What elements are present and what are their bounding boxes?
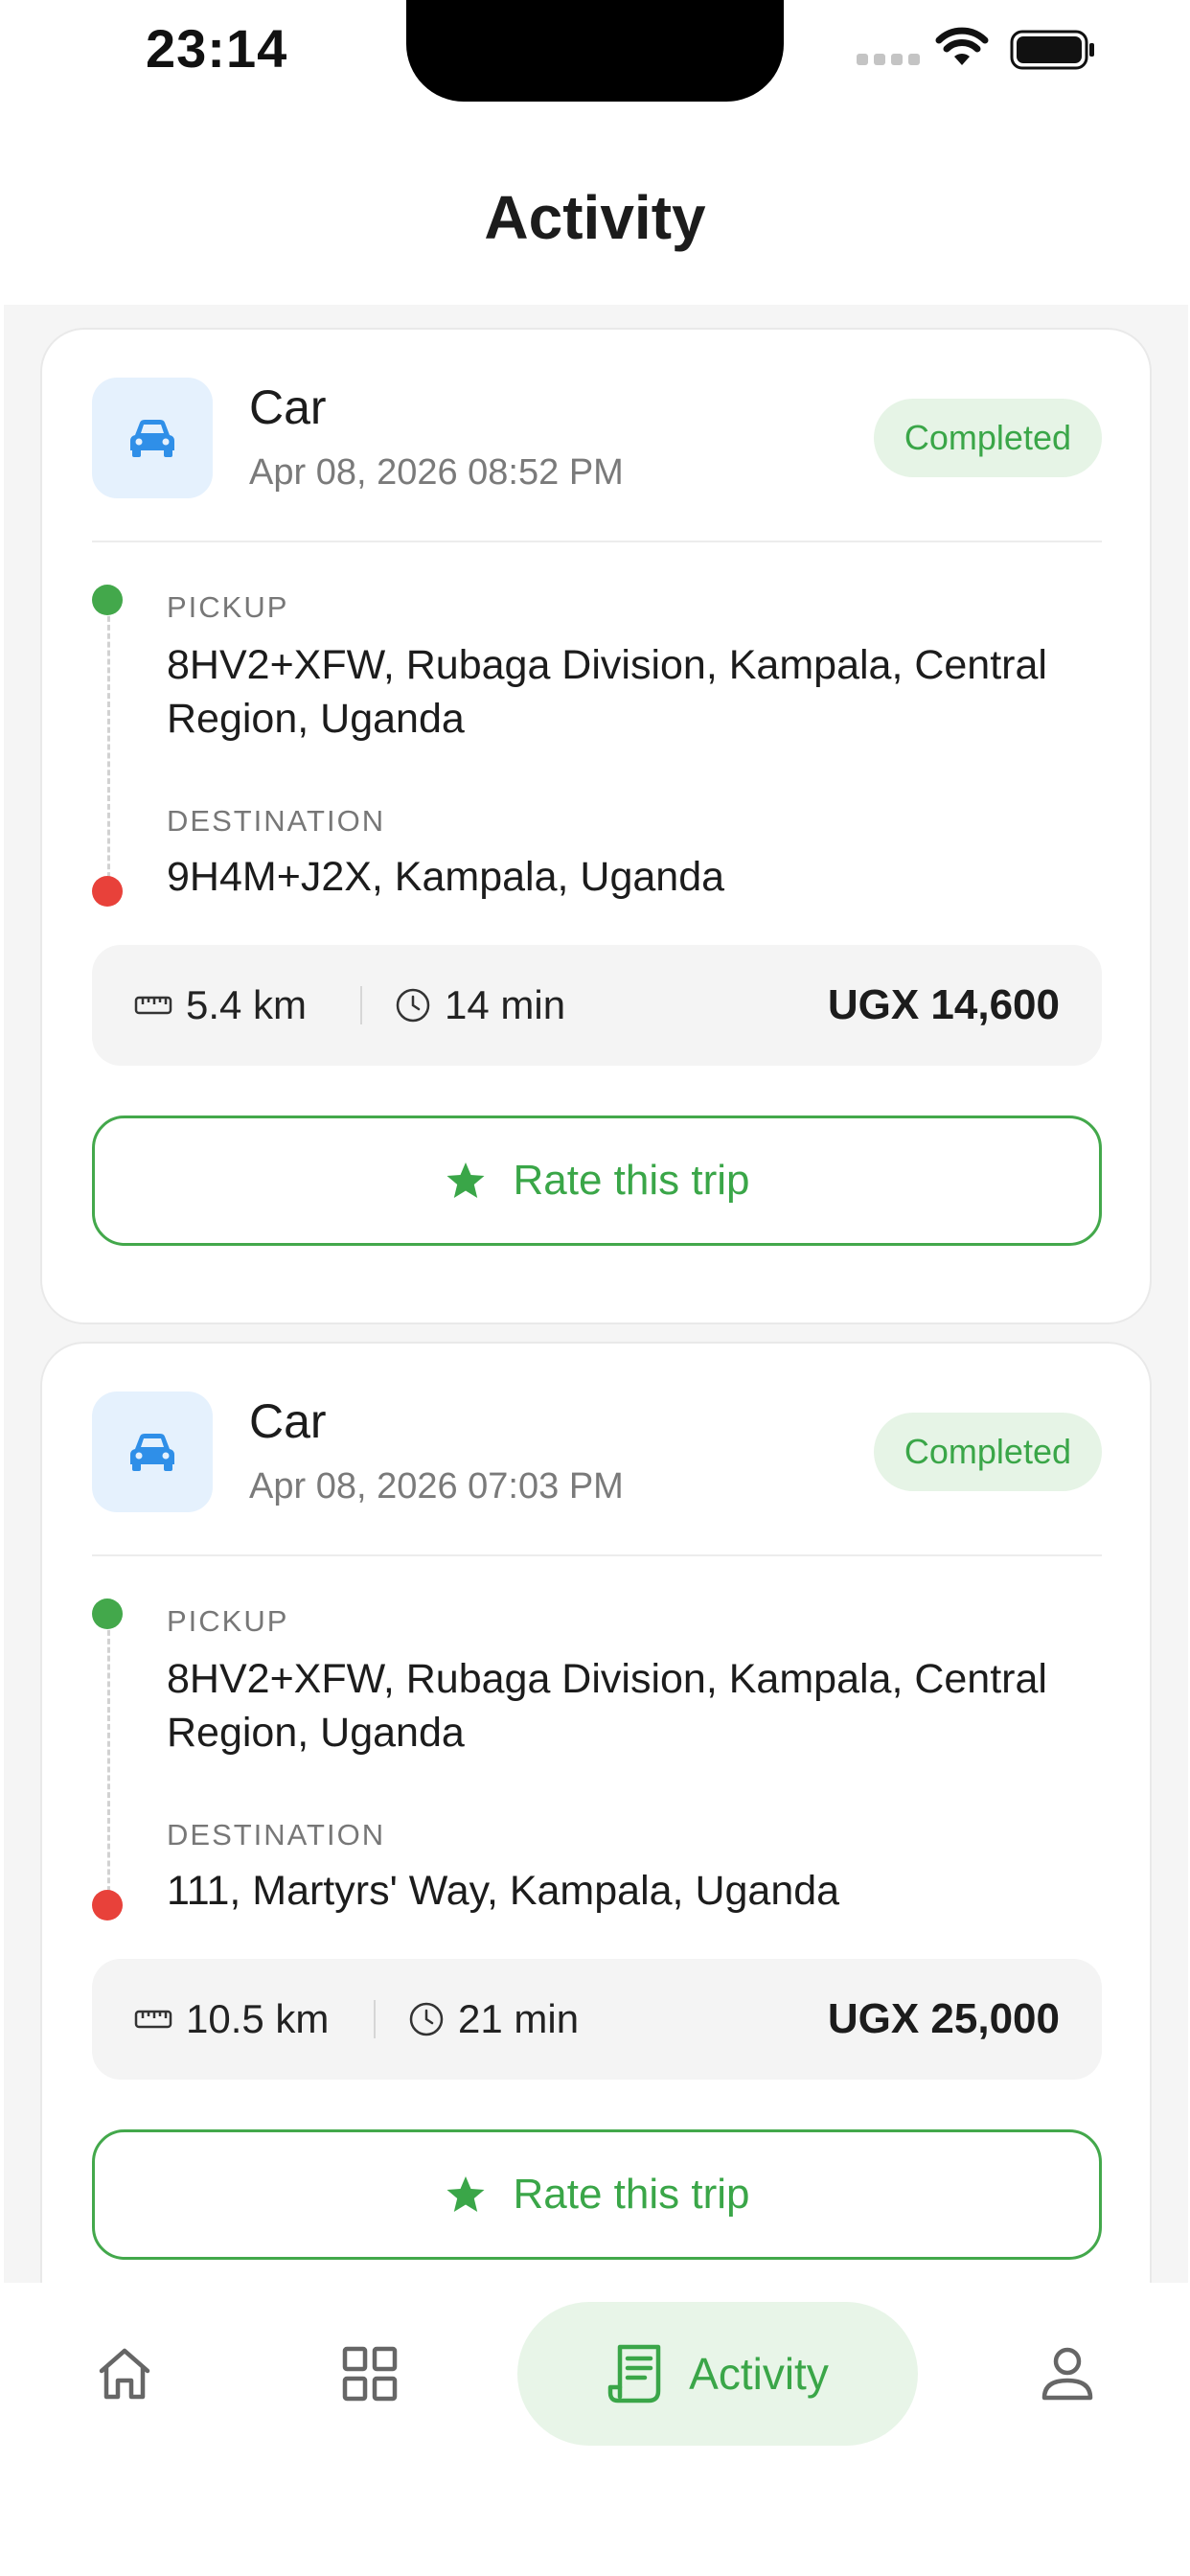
stat-separator [374,2000,376,2038]
home-icon [99,2348,150,2400]
destination-label: DESTINATION [167,1818,386,1852]
rate-trip-label: Rate this trip [513,1157,750,1204]
rate-trip-button[interactable]: Rate this trip [92,2129,1102,2260]
pickup-address: 8HV2+XFW, Rubaga Division, Kampala, Cent… [167,642,1047,742]
trip-distance: 10.5 km [134,1959,329,2080]
vehicle-type: Car [249,380,327,434]
nav-activity[interactable]: Activity [517,2302,918,2446]
distance-value: 10.5 km [186,1996,330,2041]
destination-dot-icon [92,876,123,907]
star-icon [446,1162,484,1198]
ruler-icon [134,996,172,1015]
receipt-icon [607,2344,661,2404]
status-badge: Completed [873,1413,1102,1491]
trip-stats: 5.4 km 14 min UGX 14,600 [92,945,1102,1066]
pickup-address: 8HV2+XFW, Rubaga Division, Kampala, Cent… [167,1656,1047,1756]
page-title: Activity [484,183,706,252]
trip-card[interactable]: Car Apr 08, 2026 07:03 PM Completed PICK… [40,1342,1152,2283]
status-badge: Completed [873,399,1102,477]
trip-card[interactable]: Car Apr 08, 2026 08:52 PM Completed PICK… [40,328,1152,1324]
activity-list[interactable]: Car Apr 08, 2026 08:52 PM Completed PICK… [4,305,1188,2283]
pickup-dot-icon [92,1598,123,1629]
stat-separator [360,986,362,1024]
vehicle-type: Car [249,1394,327,1448]
star-icon [446,2176,484,2212]
bottom-nav: Activity [0,2283,1190,2576]
rate-trip-label: Rate this trip [513,2171,750,2218]
battery-icon [1010,30,1094,70]
nav-account[interactable] [1000,2302,1134,2446]
divider [92,540,1102,542]
trip-fare: UGX 14,600 [827,981,1060,1028]
route-line [107,1622,110,1909]
status-time: 23:14 [146,18,288,79]
grid-icon [342,2346,398,2402]
status-bar: 23:14 [0,0,1190,102]
divider [92,1554,1102,1556]
trip-stats: 10.5 km 21 min UGX 25,000 [92,1959,1102,2080]
ruler-icon [134,2010,172,2029]
dynamic-island [406,0,784,102]
nav-home[interactable] [57,2302,192,2446]
trip-date: Apr 08, 2026 07:03 PM [249,1466,624,1506]
pickup-dot-icon [92,585,123,615]
duration-value: 14 min [445,982,566,1027]
clock-icon [409,2002,444,2036]
trip-duration: 14 min [395,945,565,1066]
cellular-signal-icon [857,54,920,65]
car-icon [92,1392,213,1512]
rate-trip-button[interactable]: Rate this trip [92,1116,1102,1246]
trip-fare: UGX 25,000 [827,1995,1060,2042]
trip-distance: 5.4 km [134,945,307,1066]
distance-value: 5.4 km [186,982,308,1027]
destination-label: DESTINATION [167,804,386,838]
wifi-icon [935,27,989,65]
pickup-label: PICKUP [167,590,289,624]
trip-duration: 21 min [408,1959,579,2080]
nav-activity-label: Activity [689,2349,829,2399]
nav-services[interactable] [303,2302,437,2446]
destination-dot-icon [92,1890,123,1920]
person-icon [1041,2347,1093,2401]
car-icon [92,378,213,498]
clock-icon [396,988,430,1023]
destination-address: 111, Martyrs' Way, Kampala, Uganda [167,1868,840,1914]
pickup-label: PICKUP [167,1604,289,1638]
trip-date: Apr 08, 2026 08:52 PM [249,452,624,493]
duration-value: 21 min [458,1996,580,2041]
route-line [107,608,110,895]
destination-address: 9H4M+J2X, Kampala, Uganda [167,854,725,900]
